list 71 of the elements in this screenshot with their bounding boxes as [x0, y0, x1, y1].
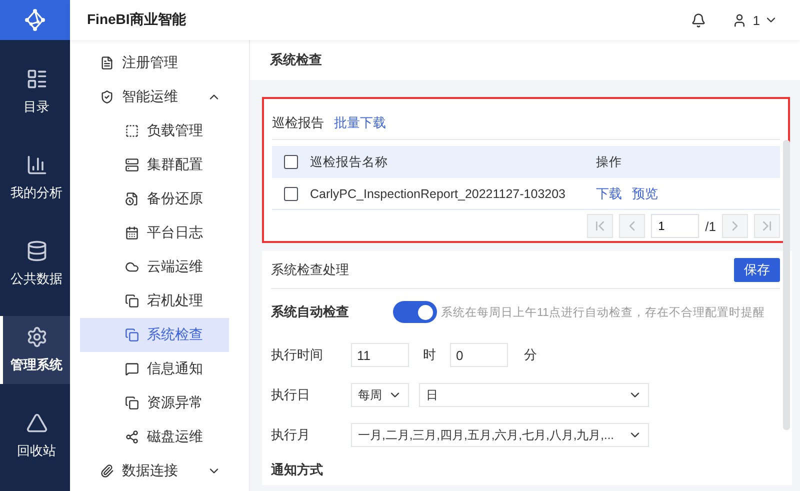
nav-item[interactable]: 公共数据 [0, 230, 70, 298]
menu-icon [125, 124, 139, 138]
menu-icon [125, 192, 139, 206]
day-select[interactable]: 日 [419, 383, 649, 407]
batch-download-link[interactable]: 批量下载 [334, 114, 386, 132]
sidebar-item[interactable]: 注册管理 [80, 46, 229, 80]
field-label: 通知方式 [271, 461, 324, 479]
save-button[interactable]: 保存 [734, 258, 780, 282]
page-total: /1 [705, 218, 716, 234]
user-icon[interactable] [732, 12, 747, 28]
sidebar-item[interactable]: 磁盘运维 [80, 420, 229, 454]
sidebar-item[interactable]: 系统检查 [80, 318, 229, 352]
action-link[interactable]: 下载 [596, 184, 622, 202]
field-label: 执行月 [271, 426, 311, 444]
table-cell-text: CarlyPC_InspectionReport_20221127-103203 [310, 186, 566, 200]
sidebar-item[interactable]: 集群配置 [80, 148, 229, 182]
app-logo[interactable] [0, 0, 70, 40]
nav-item[interactable]: 管理系统 [0, 316, 70, 384]
sidebar-item[interactable]: 平台日志 [80, 216, 229, 250]
unit-label: 时 [423, 346, 436, 364]
page-input[interactable]: 1 [651, 214, 700, 238]
menu-icon [125, 396, 139, 410]
unit-label: 分 [524, 346, 537, 364]
sidebar-item[interactable]: 智能运维 [80, 80, 229, 114]
sidebar-item[interactable]: 信息通知 [80, 352, 229, 386]
menu-icon [125, 328, 139, 342]
section-title: 巡检报告 [272, 114, 324, 132]
action-link[interactable]: 预览 [632, 184, 658, 202]
menu-icon [125, 362, 139, 376]
period-select[interactable]: 每周 [351, 383, 409, 407]
nav-icon [26, 240, 48, 262]
column-header: 巡检报告名称 [310, 154, 389, 170]
menu-icon [125, 260, 139, 274]
menu-icon [125, 294, 139, 308]
sidebar-item[interactable]: 备份还原 [80, 182, 229, 216]
section-title: 系统检查处理 [271, 260, 349, 278]
nav-icon [26, 326, 48, 348]
hint-text: 系统在每周日上午11点进行自动检查，存在不合理配置时提醒 [441, 305, 765, 320]
field-label: 系统自动检查 [271, 303, 350, 321]
minute-input[interactable]: 0 [450, 343, 508, 367]
menu-icon [125, 430, 139, 444]
sidebar-item[interactable]: 负载管理 [80, 114, 229, 148]
menu-icon [100, 464, 114, 478]
nav-icon [26, 68, 48, 90]
page-title: 系统检查 [250, 40, 800, 80]
month-select[interactable]: 一月,二月,三月,四月,五月,六月,七月,八月,九月,... [351, 423, 649, 447]
nav-item[interactable]: 回收站 [0, 402, 70, 470]
menu-icon [125, 226, 139, 240]
column-header: 操作 [596, 154, 623, 170]
nav-item[interactable]: 目录 [0, 58, 70, 126]
sidebar-item[interactable]: 资源异常 [80, 386, 229, 420]
nav-icon [26, 412, 48, 434]
checkbox[interactable] [284, 186, 298, 200]
notification-bell-icon[interactable] [690, 12, 706, 28]
checkbox[interactable] [284, 155, 298, 169]
field-label: 执行日 [271, 386, 311, 404]
user-name[interactable]: 1 [752, 12, 760, 28]
logo-icon [23, 8, 47, 32]
sidebar-item[interactable]: 宕机处理 [80, 284, 229, 318]
menu-icon [100, 56, 114, 70]
menu-icon [125, 158, 139, 172]
nav-icon [26, 154, 48, 176]
sidebar-item[interactable]: 数据连接 [80, 454, 229, 488]
nav-item[interactable]: 我的分析 [0, 144, 70, 212]
toggle-switch[interactable] [393, 301, 437, 323]
menu-icon [100, 90, 114, 104]
hour-input[interactable]: 11 [351, 343, 409, 367]
sidebar-item[interactable]: 云端运维 [80, 250, 229, 284]
scrollbar[interactable] [783, 140, 790, 430]
field-label: 执行时间 [271, 346, 324, 364]
app-title: FineBI商业智能 [87, 11, 187, 29]
